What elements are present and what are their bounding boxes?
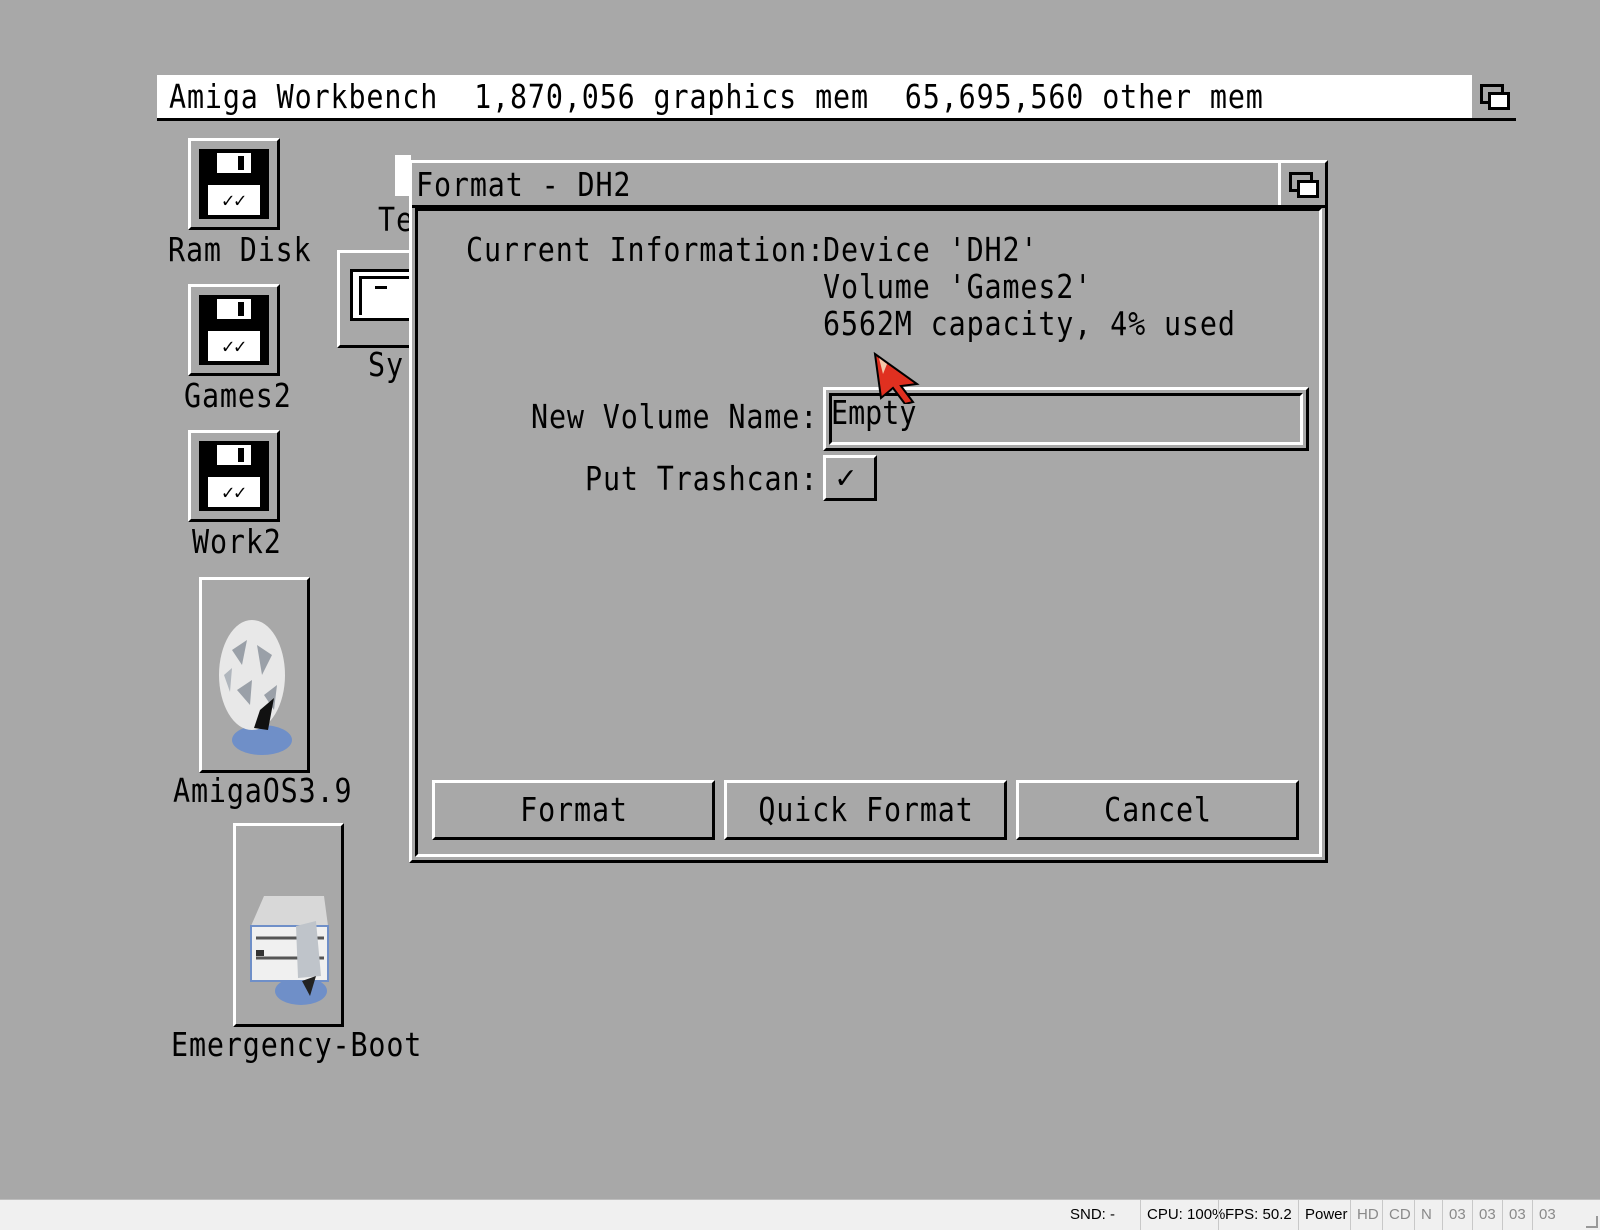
quick-format-button[interactable]: Quick Format [724,780,1007,840]
depth-arrange-icon [1480,84,1510,110]
info-volume: Volume 'Games2' [823,267,1093,306]
screen-title-bar[interactable]: Amiga Workbench 1,870,056 graphics mem 6… [157,75,1516,121]
status-n[interactable]: N [1414,1200,1438,1230]
floppy-disk-icon: ✓✓ [199,149,269,219]
format-button[interactable]: Format [432,780,715,840]
depth-arrange-icon [1289,172,1319,198]
emergency-boot-drive-icon [250,896,329,1005]
info-capacity: 6562M capacity, 4% used [823,304,1236,343]
partial-icon-label-sy: Sy [368,345,404,384]
floppy-disk-icon: ✓✓ [199,295,269,365]
status-drive-df2[interactable]: 03 [1502,1200,1532,1230]
screen-depth-gadget[interactable] [1469,75,1516,118]
emulator-status-bar: SND: - CPU: 100% FPS: 50.2 Power HD CD N… [0,1199,1600,1230]
status-fps: FPS: 50.2 [1218,1200,1298,1230]
status-snd: SND: - [1070,1206,1115,1223]
format-button-label: Format [519,790,628,829]
checkmark-icon: ✓ [836,458,856,496]
partial-icon-sys[interactable] [337,250,420,348]
new-volume-name-label: New Volume Name: [531,397,819,436]
icon-label: Emergency-Boot [171,1025,423,1064]
cancel-button-label: Cancel [1103,790,1212,829]
floppy-disk-icon: ✓✓ [199,441,269,511]
status-power[interactable]: Power [1298,1200,1354,1230]
cancel-button[interactable]: Cancel [1016,780,1299,840]
dialog-title-bar[interactable]: Format - DH2 [412,163,1325,208]
mouse-pointer-icon [873,352,920,404]
dialog-depth-gadget[interactable] [1278,163,1325,205]
status-drive-df3[interactable]: 03 [1532,1200,1562,1230]
icon-label: Ram Disk [168,230,312,269]
current-information-label: Current Information: [466,230,825,269]
icon-label: Games2 [184,376,292,415]
status-drive-df0[interactable]: 03 [1442,1200,1472,1230]
amigaos-balloon-icon [219,620,292,755]
status-hd[interactable]: HD [1350,1200,1385,1230]
put-trashcan-label: Put Trashcan: [585,459,819,498]
resize-grip-icon[interactable] [1586,1216,1598,1228]
dialog-title: Format - DH2 [416,165,632,204]
screen-title: Amiga Workbench 1,870,056 graphics mem 6… [169,77,1264,116]
status-cd[interactable]: CD [1382,1200,1417,1230]
status-drive-df1[interactable]: 03 [1472,1200,1502,1230]
put-trashcan-checkbox[interactable]: ✓ [823,455,877,501]
icon-label: AmigaOS3.9 [173,771,353,810]
icon-label: Work2 [192,522,282,561]
quick-format-button-label: Quick Format [757,790,974,829]
info-device: Device 'DH2' [823,230,1039,269]
